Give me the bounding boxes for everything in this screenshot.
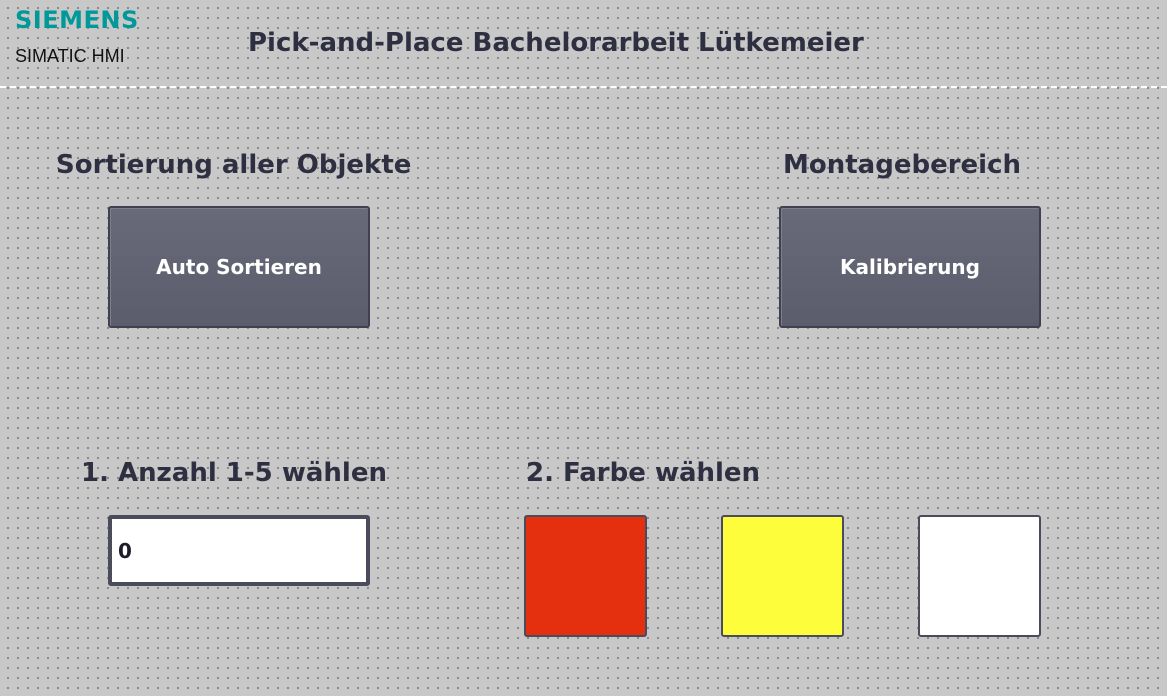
product-name: SIMATIC HMI: [15, 46, 125, 66]
calibration-button[interactable]: Kalibrierung: [779, 206, 1041, 328]
assembly-area-label: Montagebereich: [783, 150, 1021, 180]
auto-sort-button[interactable]: Auto Sortieren: [108, 206, 370, 328]
color-button-white[interactable]: [918, 515, 1041, 637]
color-label: 2. Farbe wählen: [526, 458, 761, 488]
color-button-red[interactable]: [524, 515, 647, 637]
page-title: Pick-and-Place Bachelorarbeit Lütkemeier: [248, 28, 864, 58]
quantity-input[interactable]: 0: [108, 515, 370, 586]
quantity-label: 1. Anzahl 1-5 wählen: [81, 458, 387, 488]
sort-all-label: Sortierung aller Objekte: [56, 150, 412, 180]
header-divider: [0, 86, 1167, 88]
color-button-yellow[interactable]: [721, 515, 844, 637]
siemens-logo: SIEMENS: [15, 6, 139, 34]
